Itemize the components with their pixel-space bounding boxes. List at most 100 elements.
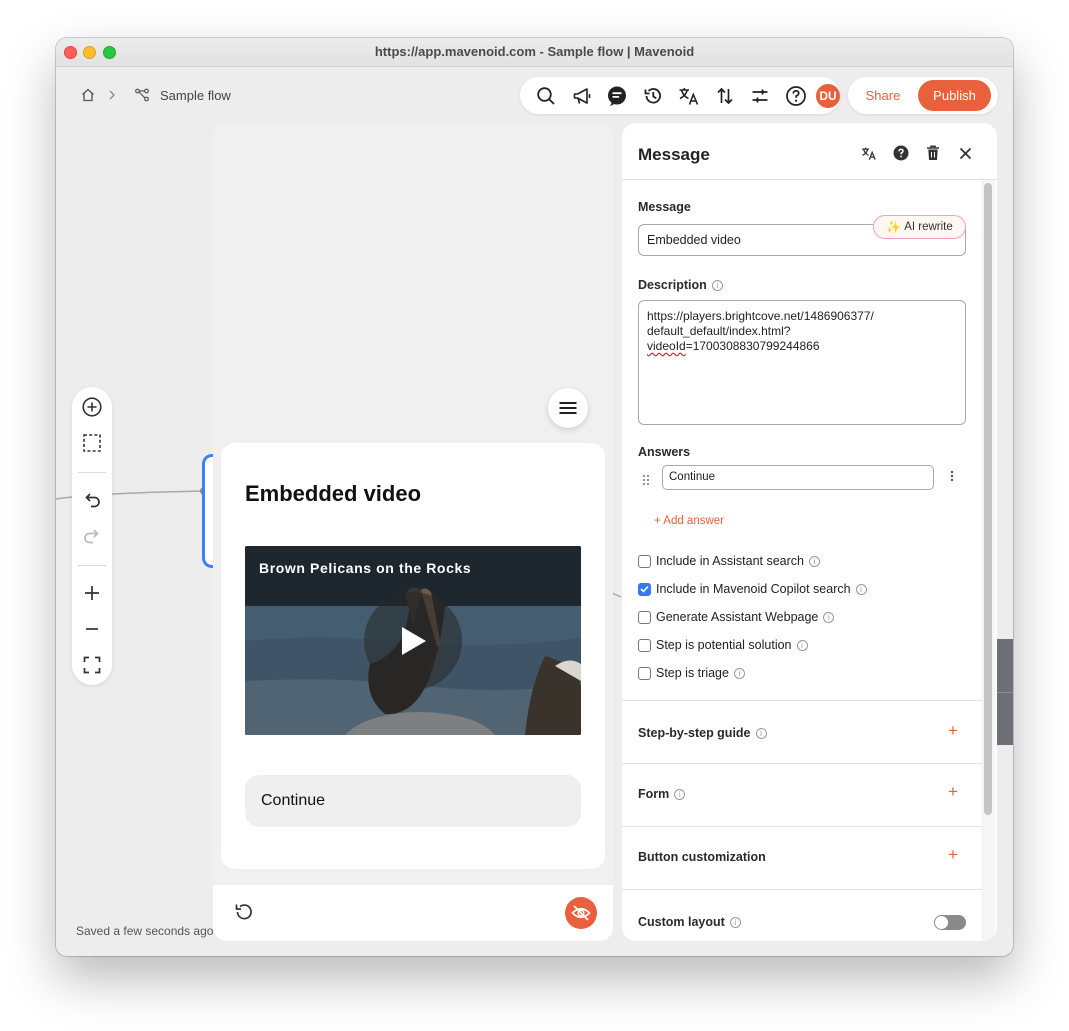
card-title: Embedded video bbox=[245, 481, 422, 506]
toggle-knob bbox=[935, 916, 948, 929]
zoom-in-icon[interactable] bbox=[72, 577, 112, 609]
search-icon[interactable] bbox=[528, 78, 564, 114]
checkbox[interactable] bbox=[638, 638, 651, 652]
message-label: Message bbox=[638, 200, 691, 214]
user-avatar[interactable]: DU bbox=[816, 83, 840, 108]
share-button[interactable]: Share bbox=[848, 88, 918, 103]
top-toolbar: DU bbox=[520, 77, 840, 114]
breadcrumb-flow-name[interactable]: Sample flow bbox=[160, 88, 231, 103]
history-icon[interactable] bbox=[635, 78, 671, 114]
help-icon[interactable] bbox=[891, 143, 911, 163]
info-icon: i bbox=[674, 789, 686, 800]
add-icon[interactable]: + bbox=[948, 845, 958, 865]
canvas-tools bbox=[72, 387, 112, 685]
preview-footer bbox=[213, 885, 613, 941]
info-icon: i bbox=[855, 583, 867, 595]
info-icon: i bbox=[796, 639, 808, 651]
section-label: Step-by-step guide i bbox=[638, 726, 767, 740]
description-textarea[interactable]: https://players.brightcove.net/148690637… bbox=[638, 300, 966, 425]
description-line: default_default/index.html? bbox=[647, 324, 791, 338]
section-form[interactable]: Form i + bbox=[622, 763, 982, 826]
description-line: https://players.brightcove.net/148690637… bbox=[647, 309, 874, 323]
add-icon[interactable]: + bbox=[948, 721, 958, 741]
section-button-customization[interactable]: Button customization + bbox=[622, 826, 982, 889]
continue-button[interactable]: Continue bbox=[245, 775, 581, 827]
add-icon[interactable]: + bbox=[948, 782, 958, 802]
checkbox-triage[interactable]: Step is triage i bbox=[638, 666, 745, 680]
translate-icon[interactable] bbox=[671, 78, 707, 114]
delete-icon[interactable] bbox=[923, 143, 943, 163]
ai-rewrite-label: AI rewrite bbox=[904, 221, 953, 233]
menu-button[interactable] bbox=[548, 388, 588, 428]
select-area-icon[interactable] bbox=[72, 427, 112, 459]
video-player[interactable]: Brown Pelicans on the Rocks bbox=[245, 546, 581, 735]
undo-icon[interactable] bbox=[72, 484, 112, 516]
panel-header: Message bbox=[622, 123, 997, 180]
sparkle-icon: ✨ bbox=[886, 220, 902, 234]
flow-canvas[interactable]: Sample flow DU Share Publish Saved a few… bbox=[56, 67, 1013, 956]
drag-handle-icon[interactable] bbox=[642, 473, 650, 491]
custom-layout-toggle[interactable] bbox=[934, 915, 966, 930]
checkbox-label: Step is triage bbox=[656, 666, 729, 680]
eye-off-icon bbox=[571, 905, 591, 921]
flow-icon bbox=[134, 87, 150, 103]
breadcrumb: Sample flow bbox=[80, 87, 231, 103]
hamburger-icon bbox=[559, 402, 577, 414]
translate-icon[interactable] bbox=[859, 143, 879, 163]
checkbox[interactable] bbox=[638, 666, 651, 680]
home-icon[interactable] bbox=[80, 87, 96, 103]
zoom-out-icon[interactable] bbox=[72, 613, 112, 645]
ai-rewrite-button[interactable]: ✨ AI rewrite bbox=[873, 215, 966, 239]
checkbox-assistant-webpage[interactable]: Generate Assistant Webpage i bbox=[638, 610, 835, 624]
info-icon: i bbox=[823, 611, 835, 623]
checkbox-label: Step is potential solution bbox=[656, 638, 792, 652]
checkbox-label: Generate Assistant Webpage bbox=[656, 610, 819, 624]
add-answer-button[interactable]: + Add answer bbox=[654, 515, 724, 527]
tools-divider bbox=[78, 565, 106, 566]
section-label: Custom layout i bbox=[638, 915, 741, 929]
sort-icon[interactable] bbox=[707, 78, 743, 114]
fit-view-icon[interactable] bbox=[72, 649, 112, 681]
announce-icon[interactable] bbox=[564, 78, 600, 114]
section-step-by-step-guide[interactable]: Step-by-step guide i + bbox=[622, 700, 982, 763]
info-icon: i bbox=[809, 555, 820, 567]
save-status: Saved a few seconds ago bbox=[66, 919, 226, 943]
panel-title: Message bbox=[638, 145, 710, 164]
preview-panel: Embedded video Brown Pelicans on the Roc… bbox=[213, 123, 613, 941]
play-icon bbox=[402, 627, 426, 655]
message-editor-panel: Message Message Embedded video Descripti… bbox=[622, 123, 997, 941]
description-line-rest: =1700308830799244866 bbox=[685, 339, 820, 353]
help-icon[interactable] bbox=[778, 78, 814, 114]
checkbox-copilot-search[interactable]: Include in Mavenoid Copilot search i bbox=[638, 582, 867, 596]
info-icon: i bbox=[733, 667, 745, 679]
checkbox-checked[interactable] bbox=[638, 582, 651, 596]
publish-bar: Share Publish bbox=[848, 77, 998, 114]
description-label: Description i bbox=[638, 278, 723, 292]
close-icon[interactable] bbox=[955, 143, 975, 163]
checkbox[interactable] bbox=[638, 610, 651, 624]
add-node-icon[interactable] bbox=[72, 391, 112, 423]
info-icon: i bbox=[711, 280, 723, 291]
hide-preview-button[interactable] bbox=[565, 897, 597, 929]
flow-node[interactable] bbox=[996, 639, 1013, 745]
answers-label: Answers bbox=[638, 445, 691, 459]
panel-scrollbar[interactable] bbox=[984, 183, 992, 815]
answer-input[interactable]: Continue bbox=[662, 465, 934, 490]
step-card: Embedded video Brown Pelicans on the Roc… bbox=[221, 443, 605, 869]
checkbox[interactable] bbox=[638, 554, 651, 568]
chat-icon[interactable] bbox=[600, 78, 636, 114]
check-icon bbox=[640, 585, 649, 593]
publish-button[interactable]: Publish bbox=[918, 80, 991, 111]
redo-icon[interactable] bbox=[72, 520, 112, 552]
checkbox-potential-solution[interactable]: Step is potential solution i bbox=[638, 638, 808, 652]
title-bar: https://app.mavenoid.com - Sample flow |… bbox=[56, 38, 1013, 67]
settings-icon[interactable] bbox=[743, 78, 779, 114]
checkbox-assistant-search[interactable]: Include in Assistant search i bbox=[638, 554, 820, 568]
section-label: Button customization bbox=[638, 850, 766, 864]
tools-divider bbox=[78, 472, 106, 473]
window-title: https://app.mavenoid.com - Sample flow |… bbox=[374, 44, 695, 59]
play-button[interactable] bbox=[364, 592, 462, 690]
more-options-icon[interactable] bbox=[950, 469, 954, 487]
restart-icon[interactable] bbox=[233, 901, 255, 928]
section-label: Form i bbox=[638, 787, 686, 801]
